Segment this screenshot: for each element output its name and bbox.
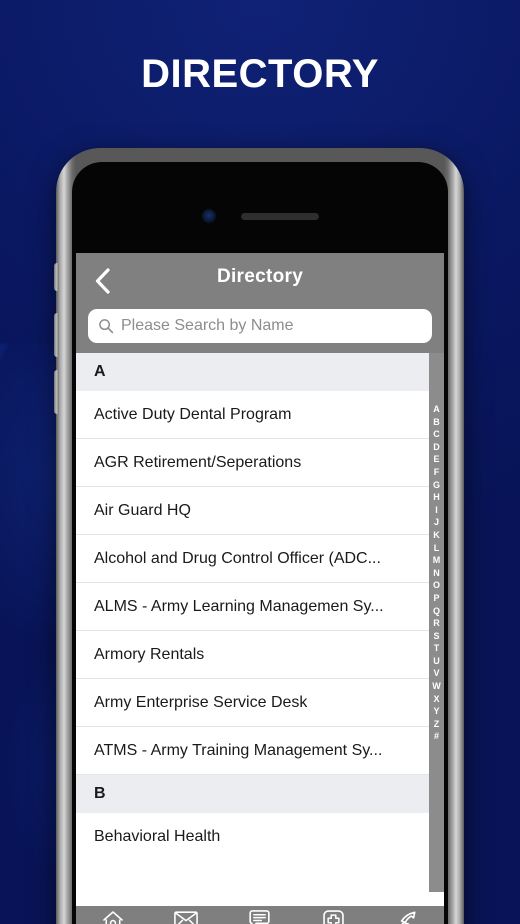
alphabet-index-scrubber[interactable]: A B C D E F G H I J K L M N O P Q R S T U V W X Y Z #	[429, 353, 444, 892]
envelope-icon	[174, 909, 199, 924]
app-navbar: Directory	[76, 253, 444, 309]
index-letter[interactable]: U	[429, 655, 444, 668]
index-letter[interactable]: Y	[429, 705, 444, 718]
list-item[interactable]: Army Enterprise Service Desk	[76, 679, 444, 727]
search-bar-container	[76, 309, 444, 353]
list-item[interactable]: Armory Rentals	[76, 631, 444, 679]
tab-share[interactable]: SHARE	[370, 909, 444, 924]
index-letter[interactable]: L	[429, 542, 444, 555]
bottom-tab-bar: HOMECONTACT USALERTSEMERGENCYSHARE	[76, 906, 444, 924]
poster-canvas: DIRECTORY Directory Please Search by Nam…	[0, 0, 520, 924]
index-letter[interactable]: R	[429, 617, 444, 630]
index-letter[interactable]: H	[429, 491, 444, 504]
index-letter[interactable]: I	[429, 504, 444, 517]
index-letter[interactable]: S	[429, 630, 444, 643]
app-screen: Directory AActive Duty Dental ProgramAGR…	[76, 253, 444, 924]
section-header: A	[76, 353, 444, 391]
list-item[interactable]: AGR Retirement/Seperations	[76, 439, 444, 487]
index-letter[interactable]: Q	[429, 605, 444, 618]
index-letter[interactable]: B	[429, 416, 444, 429]
speech-bubble-icon	[248, 909, 271, 924]
index-letter[interactable]: A	[429, 403, 444, 416]
list-item[interactable]: ALMS - Army Learning Managemen Sy...	[76, 583, 444, 631]
directory-list-area: A Active Duty Dental Program AGR Retiremen…	[76, 353, 444, 892]
index-letter[interactable]: J	[429, 516, 444, 529]
index-letter[interactable]: N	[429, 567, 444, 580]
index-letter[interactable]: D	[429, 441, 444, 454]
index-letter[interactable]: Z	[429, 718, 444, 731]
index-letter[interactable]: G	[429, 479, 444, 492]
front-camera-icon	[203, 210, 215, 222]
search-field[interactable]	[88, 309, 432, 343]
section-header: B	[76, 775, 444, 813]
list-item[interactable]: Alcohol and Drug Control Officer (ADC...	[76, 535, 444, 583]
index-letter[interactable]: M	[429, 554, 444, 567]
search-input[interactable]	[121, 317, 422, 335]
page-title: DIRECTORY	[141, 52, 379, 96]
navbar-title: Directory	[216, 266, 304, 287]
phone-device-frame: Directory AActive Duty Dental ProgramAGR…	[54, 148, 464, 924]
index-letter[interactable]: X	[429, 693, 444, 706]
index-letter[interactable]: V	[429, 667, 444, 680]
list-item[interactable]: Behavioral Health	[76, 813, 444, 861]
tab-contact-us[interactable]: CONTACT US	[150, 909, 224, 924]
directory-list[interactable]: A Active Duty Dental Program AGR Retiremen…	[76, 353, 444, 892]
earpiece-speaker	[241, 213, 319, 220]
phone-volume-up-button[interactable]	[54, 313, 59, 357]
home-icon	[102, 909, 124, 924]
index-letter[interactable]: O	[429, 579, 444, 592]
medical-cross-icon	[323, 909, 344, 924]
share-arrow-icon	[396, 909, 418, 924]
index-letter[interactable]: F	[429, 466, 444, 479]
phone-bezel: Directory AActive Duty Dental ProgramAGR…	[72, 162, 448, 924]
list-item[interactable]: Active Duty Dental Program	[76, 391, 444, 439]
list-item[interactable]: Air Guard HQ	[76, 487, 444, 535]
tab-emergency[interactable]: EMERGENCY	[297, 909, 371, 924]
index-letter[interactable]: T	[429, 642, 444, 655]
index-letter[interactable]: #	[429, 730, 444, 743]
search-icon	[99, 319, 114, 334]
index-letter[interactable]: K	[429, 529, 444, 542]
index-letter[interactable]: P	[429, 592, 444, 605]
index-letter[interactable]: C	[429, 428, 444, 441]
index-letter[interactable]: E	[429, 453, 444, 466]
phone-volume-down-button[interactable]	[54, 370, 59, 414]
tab-alerts[interactable]: ALERTS	[223, 909, 297, 924]
tab-home[interactable]: HOME	[76, 909, 150, 924]
phone-silent-switch[interactable]	[54, 263, 59, 291]
list-item[interactable]: ATMS - Army Training Management Sy...	[76, 727, 444, 775]
index-letter[interactable]: W	[429, 680, 444, 693]
